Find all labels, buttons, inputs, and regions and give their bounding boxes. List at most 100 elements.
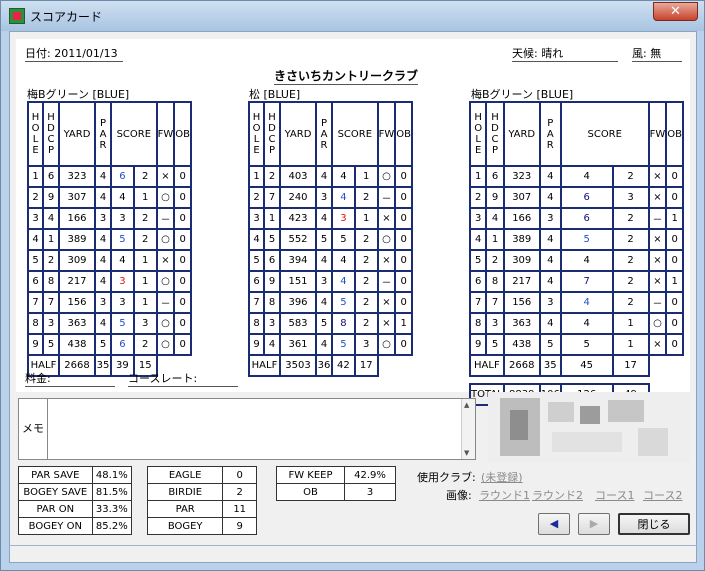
round-1-link[interactable]: ラウンド1 — [479, 487, 530, 503]
column-ob: OB — [173, 101, 192, 167]
cell: 156 — [58, 291, 96, 314]
cell: 0 — [173, 333, 192, 356]
stat-label: OB — [276, 483, 345, 501]
header-label: HDCP — [491, 112, 499, 156]
half-putt: 17 — [611, 354, 650, 377]
cell: 4 — [538, 186, 562, 209]
stat-value: 85.2% — [91, 517, 133, 535]
cell: 6 — [485, 165, 505, 188]
cell: 3 — [27, 207, 44, 230]
date-label: 日付: 2011/01/13 — [25, 45, 123, 62]
cell: 5 — [110, 228, 135, 251]
half-par: 35 — [538, 354, 562, 377]
stat-value: 81.5% — [91, 483, 133, 501]
cell: 0 — [394, 249, 413, 272]
stat-row: FW KEEP 42.9% — [276, 466, 396, 484]
close-button[interactable]: 閉じる — [618, 513, 690, 535]
cell: 5 — [42, 333, 60, 356]
cell: 5 — [331, 228, 356, 251]
cell: 403 — [279, 165, 317, 188]
cell: 4 — [315, 291, 333, 314]
table-row: 1 6 323 4 6 2 × 0 — [27, 165, 192, 188]
table-row: 2 7 240 3 4 2 － 0 — [248, 186, 413, 209]
cell: 0 — [173, 291, 192, 314]
table-row: 4 1 389 4 5 2 × 0 — [468, 228, 684, 251]
weather-label: 天候: 晴れ — [512, 45, 618, 62]
cell: 0 — [665, 333, 684, 356]
cell: 7 — [485, 291, 505, 314]
cell: 5 — [559, 333, 614, 356]
cell: 309 — [502, 249, 541, 272]
header-label: HDCP — [268, 112, 276, 156]
header-label: HOLE — [31, 112, 40, 156]
cell: × — [647, 270, 668, 293]
cell: 4 — [315, 165, 333, 188]
table-row: 8 3 363 4 5 3 ○ 0 — [27, 312, 192, 335]
header-label: PAR — [99, 117, 107, 151]
cell: 2 — [485, 249, 505, 272]
cell: 361 — [279, 333, 317, 356]
arrow-left-icon: ◀ — [549, 517, 559, 530]
column-ob: OB — [665, 101, 684, 167]
cell: 1 — [27, 165, 44, 188]
cell: 4 — [315, 333, 333, 356]
photo-thumbnail[interactable] — [488, 392, 690, 462]
table-row: 5 2 309 4 4 2 × 0 — [468, 249, 684, 272]
cell: 8 — [248, 312, 265, 335]
prev-button[interactable]: ◀ — [538, 513, 570, 535]
cell: 2 — [132, 207, 158, 230]
next-button[interactable]: ▶ — [578, 513, 610, 535]
cell: 4 — [94, 270, 112, 293]
wind-label: 風: 無 — [632, 45, 682, 62]
cell: 4 — [331, 270, 356, 293]
cell: 0 — [394, 207, 413, 230]
memo-scrollbar[interactable]: ▲ ▼ — [461, 399, 475, 459]
cell: 0 — [394, 165, 413, 188]
cell: 2 — [611, 228, 650, 251]
course-1-link[interactable]: コース1 — [595, 487, 634, 503]
cell: 2 — [611, 270, 650, 293]
cell: 3 — [94, 207, 112, 230]
cell: 8 — [468, 312, 488, 335]
cell: 217 — [502, 270, 541, 293]
cell: 2 — [353, 312, 379, 335]
cell: ○ — [376, 228, 397, 251]
header-label: HDCP — [47, 112, 55, 156]
cell: 217 — [58, 270, 96, 293]
cell: 4 — [538, 312, 562, 335]
column-fw: FW — [376, 101, 397, 167]
scroll-down-icon[interactable]: ▼ — [464, 449, 469, 457]
cell: 5 — [468, 249, 488, 272]
table-row: 7 8 396 4 5 2 × 0 — [248, 291, 413, 314]
cell: 4 — [315, 249, 333, 272]
cell: 4 — [559, 312, 614, 335]
half-label: HALF — [469, 354, 505, 377]
close-window-button[interactable]: ✕ — [653, 2, 698, 21]
cell: 363 — [502, 312, 541, 335]
cell: 1 — [353, 207, 379, 230]
cell: 4 — [331, 165, 356, 188]
cell: 4 — [559, 249, 614, 272]
header-label: HOLE — [252, 112, 261, 156]
cell: 4 — [110, 186, 135, 209]
cell: 7 — [42, 291, 60, 314]
round-2-link[interactable]: ラウンド2 — [532, 487, 583, 503]
cell: 3 — [110, 207, 135, 230]
clubs-link[interactable]: (未登録) — [481, 469, 523, 485]
cell: 8 — [263, 291, 281, 314]
stat-row: PAR 11 — [146, 500, 257, 518]
cell: 1 — [665, 270, 684, 293]
cell: 4 — [42, 207, 60, 230]
scroll-up-icon[interactable]: ▲ — [464, 401, 469, 409]
memo-field[interactable]: メモ ▲ ▼ — [18, 398, 476, 460]
half-score: 45 — [559, 354, 614, 377]
course-2-link[interactable]: コース2 — [643, 487, 682, 503]
table-row: 5 2 309 4 4 1 × 0 — [27, 249, 192, 272]
cell: 5 — [110, 312, 135, 335]
stat-row: BOGEY SAVE 81.5% — [18, 483, 133, 501]
column-hdcp: HDCP — [263, 101, 281, 167]
cell: 307 — [58, 186, 96, 209]
stat-value: 33.3% — [91, 500, 133, 518]
fairway-stats: FW KEEP 42.9% OB 3 — [276, 466, 396, 501]
cell: － — [155, 207, 176, 230]
